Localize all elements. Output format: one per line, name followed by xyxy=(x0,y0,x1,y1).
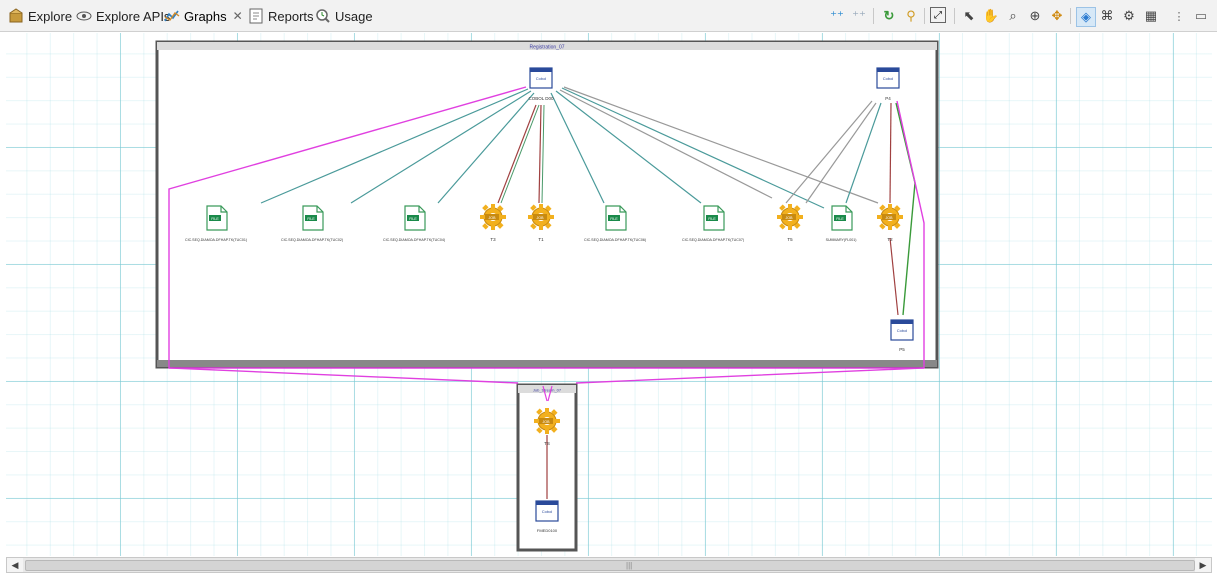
select-icon[interactable]: ⬉ xyxy=(960,7,978,25)
layout-icon[interactable]: ⚲ xyxy=(902,7,920,25)
editor-tab-bar: Explore Explore APIs Graphs ✕ Reports Us… xyxy=(0,0,1217,32)
center-icon[interactable]: ✥ xyxy=(1048,7,1066,25)
file-badge: FILE xyxy=(211,217,219,221)
toolbar-separator xyxy=(1070,8,1071,24)
node-label: CIC.SEQ.DIAMOA.DFHAP.TK(TUC07) xyxy=(682,238,744,242)
node-label: TS xyxy=(544,441,550,446)
file-badge: FILE xyxy=(836,217,844,221)
toolbar-separator xyxy=(954,8,955,24)
file-badge: FILE xyxy=(610,217,618,221)
close-icon[interactable]: ✕ xyxy=(233,9,243,23)
main-container-title: Registration_07 xyxy=(529,45,564,51)
refresh-icon[interactable]: ↻ xyxy=(880,7,898,25)
tab-explore[interactable]: Explore xyxy=(8,6,72,26)
scroll-right-icon[interactable]: ▶ xyxy=(1195,558,1211,572)
file-badge: FILE xyxy=(307,217,315,221)
more-icon[interactable]: ⋮ xyxy=(1170,7,1188,25)
node-label: T3 xyxy=(490,237,496,242)
node-label: SUMMARY(FL001) xyxy=(826,238,857,242)
job-badge: JOB xyxy=(489,216,497,220)
node-label: CIC.SEQ.DIAMOA.DFHAP.TK(TUC02) xyxy=(281,238,343,242)
usage-icon xyxy=(315,8,331,24)
node-label: FMED0100 xyxy=(537,528,558,533)
job-badge: JOB xyxy=(543,420,551,424)
link-icon[interactable]: ⌘ xyxy=(1098,7,1116,25)
node-caption: Cobol xyxy=(536,76,547,81)
collapse-icon[interactable]: ⁺⁺ xyxy=(850,7,868,25)
toolbar-separator xyxy=(873,8,874,24)
scrollbar-grip: ||| xyxy=(626,561,633,570)
tab-graphs[interactable]: Graphs ✕ xyxy=(164,6,243,26)
zoom-out-icon[interactable]: ⊕ xyxy=(1026,7,1044,25)
tab-label: Explore APIs xyxy=(96,8,171,24)
filter-icon[interactable]: ◈ xyxy=(1076,7,1096,27)
graphs-icon xyxy=(164,8,180,24)
node-caption: Cobol xyxy=(897,328,908,333)
grid-icon[interactable]: ▦ xyxy=(1142,7,1160,25)
tab-label: Graphs xyxy=(184,8,227,24)
horizontal-scrollbar[interactable]: ◀ ||| ▶ xyxy=(6,557,1212,573)
job-badge: JOB xyxy=(537,216,545,220)
file-badge: FILE xyxy=(708,217,716,221)
zoom-fit-icon[interactable]: ⤢ xyxy=(930,7,946,23)
node-label: CIC.SEQ.DIAMOA.DFHAP.TK(TUC04) xyxy=(383,238,445,242)
job-badge: JOB xyxy=(886,216,894,220)
node-label: CIC.SEQ.DIAMOA.DFHAP.TK(TUC01) xyxy=(185,238,247,242)
node-caption: Cobol xyxy=(542,509,553,514)
node-label: P5 xyxy=(899,347,905,352)
file-badge: FILE xyxy=(409,217,417,221)
explore-icon xyxy=(8,8,24,24)
node-label: T1 xyxy=(538,237,544,242)
node-label: COBOL D00 xyxy=(528,96,554,101)
minimize-icon[interactable]: ▭ xyxy=(1192,7,1210,25)
settings-icon[interactable]: ⚙ xyxy=(1120,7,1138,25)
node-label: P4 xyxy=(885,96,891,101)
graph-svg: Registration_07 Job_Stream_07 Cobol COBO… xyxy=(155,40,939,552)
tab-label: Explore xyxy=(28,8,73,24)
main-container[interactable]: Registration_07 xyxy=(155,40,939,369)
explore-apis-icon xyxy=(76,8,92,24)
toolbar-separator xyxy=(924,8,925,24)
zoom-in-icon[interactable]: ⌕ xyxy=(1004,7,1022,25)
small-container-title: Job_Stream_07 xyxy=(533,388,562,393)
program-node[interactable]: Cobol FMED0100 xyxy=(535,500,559,533)
node-caption: Cobol xyxy=(883,76,894,81)
expand-icon[interactable]: ⁺⁺ xyxy=(828,7,846,25)
pan-icon[interactable]: ✋ xyxy=(982,7,1000,25)
reports-icon xyxy=(248,8,264,24)
scroll-left-icon[interactable]: ◀ xyxy=(7,558,23,572)
node-label: T5 xyxy=(787,237,793,242)
program-node[interactable]: Cobol COBOL D00 xyxy=(528,67,554,101)
tab-reports[interactable]: Reports xyxy=(248,6,314,26)
tab-label: Usage xyxy=(335,8,373,24)
job-badge: JOB xyxy=(786,216,794,220)
node-label: T2 xyxy=(887,237,893,242)
tab-explore-apis[interactable]: Explore APIs xyxy=(76,6,170,26)
tab-label: Reports xyxy=(268,8,314,24)
tab-usage[interactable]: Usage xyxy=(315,6,373,26)
graph-canvas[interactable]: Registration_07 Job_Stream_07 Cobol COBO… xyxy=(6,33,1212,556)
node-label: CIC.SEQ.DIAMOA.DFHAP.TK(TUC06) xyxy=(584,238,646,242)
scrollbar-thumb[interactable]: ||| xyxy=(25,560,1195,571)
